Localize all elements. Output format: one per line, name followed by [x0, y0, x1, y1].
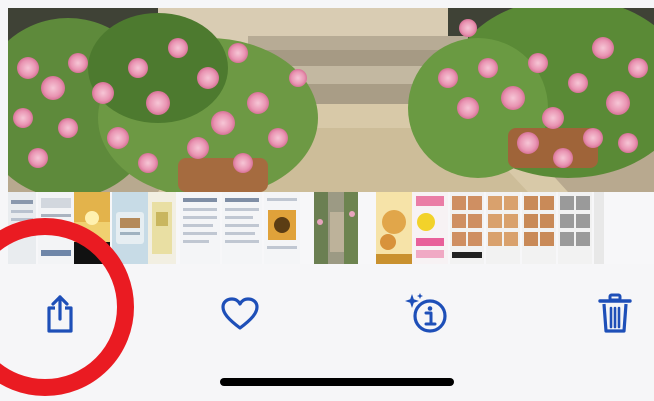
- thumbnail-selected[interactable]: [314, 192, 358, 264]
- photos-screen: [0, 0, 654, 401]
- thumbnail[interactable]: [450, 192, 484, 264]
- garden-photo-image: [8, 8, 654, 192]
- thumbnail[interactable]: [486, 192, 520, 264]
- main-photo[interactable]: [8, 8, 654, 192]
- thumbnail[interactable]: [376, 192, 412, 264]
- thumbnail[interactable]: [112, 192, 148, 264]
- thumbnail[interactable]: [148, 192, 176, 264]
- thumbnail[interactable]: [264, 192, 300, 264]
- favorite-button[interactable]: [210, 284, 270, 344]
- delete-button[interactable]: [585, 284, 645, 344]
- visual-lookup-icon: [405, 293, 447, 333]
- home-indicator[interactable]: [220, 378, 454, 386]
- heart-icon: [221, 297, 259, 330]
- trash-icon: [598, 293, 632, 333]
- thumbnail[interactable]: [522, 192, 556, 264]
- thumbnail[interactable]: [594, 192, 604, 264]
- thumbnail[interactable]: [558, 192, 592, 264]
- thumbnail[interactable]: [180, 192, 220, 264]
- visual-lookup-button[interactable]: [396, 284, 456, 344]
- thumbnail[interactable]: [222, 192, 262, 264]
- thumbnail[interactable]: [412, 192, 448, 264]
